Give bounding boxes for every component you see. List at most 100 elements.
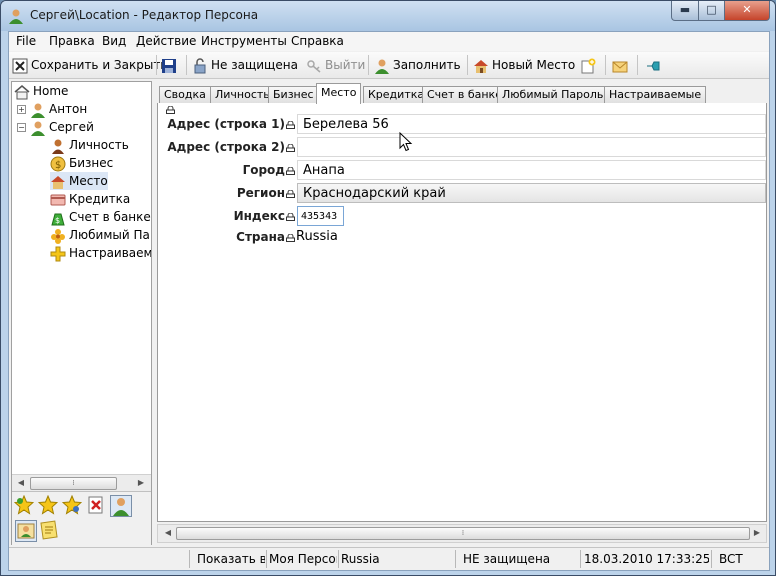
address1-label: Адрес (строка 1) xyxy=(167,117,285,131)
tab-custom[interactable]: Настраиваемые xyxy=(604,86,707,103)
lock-icon[interactable] xyxy=(286,190,295,198)
address1-input[interactable]: Берелева 56 xyxy=(297,114,766,134)
tree-item-business[interactable]: $ Бизнес xyxy=(50,154,113,172)
lock-icon[interactable] xyxy=(286,121,295,129)
tab-credit-card[interactable]: Кредитка xyxy=(363,86,430,103)
close-button[interactable]: ✕ xyxy=(724,1,770,21)
new-document-icon xyxy=(581,58,596,73)
address2-label: Адрес (строка 2) xyxy=(167,140,285,154)
send-email-button[interactable] xyxy=(612,55,631,75)
add-item-button[interactable] xyxy=(580,55,599,75)
tab-summary[interactable]: Сводка xyxy=(159,86,211,103)
tab-identity[interactable]: Личность xyxy=(210,86,275,103)
tree-item-home[interactable]: Home xyxy=(14,82,68,100)
delete-document-icon[interactable] xyxy=(86,495,106,515)
star-green-icon[interactable] xyxy=(14,495,34,515)
identity-icon xyxy=(52,139,64,154)
tree-item-label: Место xyxy=(69,174,108,188)
tree-item-credit-card[interactable]: Кредитка xyxy=(50,190,130,208)
zip-label: Индекс xyxy=(233,209,285,223)
zip-input[interactable]: 435343 xyxy=(297,206,344,226)
tree-item-label: Сергей xyxy=(49,120,94,134)
home-icon xyxy=(14,84,30,99)
toolbar-separator xyxy=(467,55,468,75)
status-separator xyxy=(338,550,339,568)
maximize-button[interactable]: □ xyxy=(698,1,725,21)
city-input[interactable]: Анапа xyxy=(297,160,766,180)
fill-button[interactable]: Заполнить xyxy=(374,55,461,75)
lock-icon[interactable] xyxy=(286,167,295,175)
title-bar[interactable]: Сергей\Location - Редактор Персона ▬ □ ✕ xyxy=(1,1,775,31)
status-datetime: 18.03.2010 17:33:25 xyxy=(584,552,709,566)
lock-icon[interactable] xyxy=(286,234,295,242)
menu-help[interactable]: Справка xyxy=(291,34,344,48)
expand-icon[interactable]: + xyxy=(17,105,26,114)
person-card-icon[interactable] xyxy=(15,520,37,542)
protection-button[interactable]: Не защищена xyxy=(192,55,298,75)
tab-place[interactable]: Место xyxy=(316,83,362,104)
logout-button[interactable]: Выйти xyxy=(306,55,365,75)
pin-button[interactable] xyxy=(645,55,664,75)
pin-icon xyxy=(647,61,660,70)
scroll-right-arrow-icon[interactable]: ▶ xyxy=(749,526,765,540)
menu-action[interactable]: Действие xyxy=(136,34,196,48)
menu-view[interactable]: Вид xyxy=(102,34,126,48)
svg-text:$: $ xyxy=(55,216,60,225)
scroll-left-arrow-icon[interactable]: ◀ xyxy=(160,526,176,540)
house-icon xyxy=(474,59,488,73)
minimize-button[interactable]: ▬ xyxy=(671,1,699,21)
scroll-thumb[interactable]: ⁞ xyxy=(30,477,117,490)
tree-item-label: Бизнес xyxy=(69,156,114,170)
toolbar-separator xyxy=(156,55,157,75)
lock-icon[interactable] xyxy=(166,106,175,114)
lock-icon[interactable] xyxy=(286,213,295,221)
tree-item-custom[interactable]: Настраиваем xyxy=(50,244,151,262)
new-place-label: Новый Место xyxy=(492,58,576,72)
status-show-all[interactable]: Показать вс xyxy=(197,551,265,567)
lock-icon[interactable] xyxy=(286,144,295,152)
menu-file[interactable]: File xyxy=(16,34,36,48)
status-bar: Показать вс Моя Персон Russia НЕ защищен… xyxy=(9,547,769,570)
scroll-thumb[interactable]: ⁞ xyxy=(176,527,750,540)
tree-item-place[interactable]: Место xyxy=(50,172,108,190)
tree-item-sergey[interactable]: Сергей xyxy=(30,118,94,136)
scroll-right-arrow-icon[interactable]: ▶ xyxy=(133,476,149,490)
star-icon[interactable] xyxy=(38,495,58,515)
address2-input[interactable] xyxy=(297,137,766,157)
menu-tools[interactable]: Инструменты xyxy=(201,34,287,48)
scroll-left-arrow-icon[interactable]: ◀ xyxy=(13,476,29,490)
person-view-icon[interactable] xyxy=(110,495,132,517)
editor-panel: Сводка Личность Бизнес Место Кредитка Сч… xyxy=(157,81,767,543)
collapse-icon[interactable]: − xyxy=(17,123,26,132)
toolbar: Сохранить и Закрыть Не защищена Выйти За… xyxy=(9,52,769,79)
page-horizontal-scrollbar[interactable]: ◀ ⁞ ▶ xyxy=(157,524,767,543)
person-icon xyxy=(31,103,45,118)
key-icon xyxy=(307,59,321,73)
menu-edit[interactable]: Правка xyxy=(49,34,95,48)
tree-item-identity[interactable]: Личность xyxy=(50,136,129,154)
save-close-button[interactable]: Сохранить и Закрыть xyxy=(12,55,167,75)
envelope-icon xyxy=(612,61,628,72)
app-window: Сергей\Location - Редактор Персона ▬ □ ✕… xyxy=(0,0,776,576)
person-icon xyxy=(31,121,45,136)
place-page: Адрес (строка 1) Берелева 56 Адрес (стро… xyxy=(157,103,767,522)
tree-horizontal-scrollbar[interactable]: ◀ ⁞ ▶ xyxy=(12,474,151,491)
save-close-label: Сохранить и Закрыть xyxy=(31,58,168,72)
star-person-icon[interactable] xyxy=(62,495,82,515)
tab-favorite-password[interactable]: Любимый Пароль xyxy=(497,86,609,103)
save-button[interactable] xyxy=(161,55,180,75)
toolbar-separator xyxy=(637,55,638,75)
tab-business[interactable]: Бизнес xyxy=(268,86,319,103)
tree-item-favorite-password[interactable]: Любимый Па xyxy=(50,226,150,244)
status-mode: BCT xyxy=(719,552,743,566)
country-value[interactable]: Russia xyxy=(296,229,338,244)
status-separator xyxy=(189,550,190,568)
person-fill-icon xyxy=(375,59,389,74)
new-place-button[interactable]: Новый Место xyxy=(473,55,575,75)
tab-bank-account[interactable]: Счет в банке xyxy=(422,86,507,103)
floppy-disk-icon xyxy=(162,58,176,73)
tree-item-bank-account[interactable]: $ Счет в банке xyxy=(50,208,151,226)
notes-icon[interactable] xyxy=(39,520,59,540)
tree-item-anton[interactable]: Антон xyxy=(30,100,87,118)
region-select[interactable]: Краснодарский край xyxy=(297,183,766,203)
